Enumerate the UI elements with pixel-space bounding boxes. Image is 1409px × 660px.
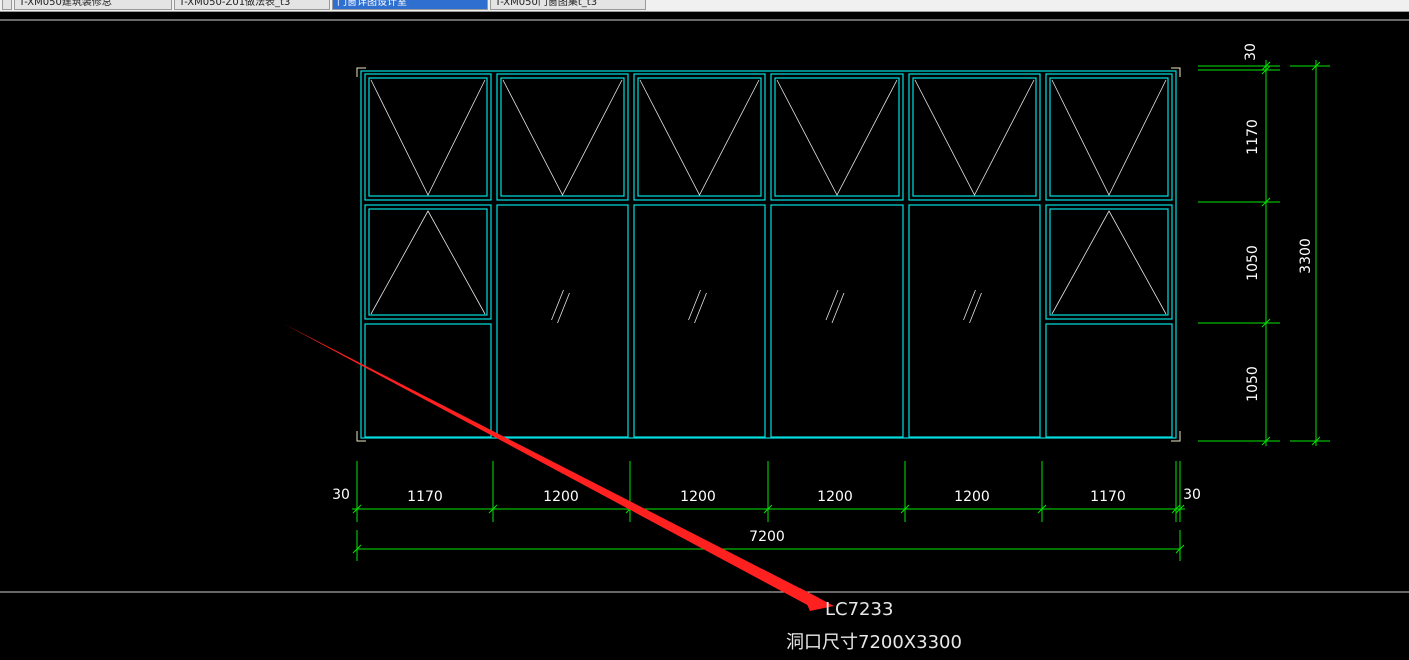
dim-width-seg-2: 1200 [543, 489, 579, 505]
glass-mark-b-1 [557, 292, 570, 324]
window-outer-frame [360, 70, 1177, 439]
side-vent-opening-symbol-2 [1051, 210, 1167, 315]
bottom-side-panel-2 [1045, 323, 1173, 438]
bottom-side-panel-1 [364, 323, 492, 438]
top-sash-inner-4 [774, 77, 900, 197]
dim-total-width: 7200 [749, 529, 785, 545]
dim-left-offset: 30 [332, 487, 350, 503]
glass-mark-a-2 [688, 289, 701, 321]
glass-mark-a-3 [825, 289, 839, 321]
top-opening-symbol-4 [776, 79, 898, 196]
top-sash-outer-3 [633, 73, 766, 201]
dim-width-seg-5: 1200 [954, 489, 990, 505]
dim-right-offset: 30 [1183, 487, 1201, 503]
top-sash-inner-2 [500, 77, 625, 197]
top-sash-inner-5 [912, 77, 1037, 197]
dim-total-height: 3300 [1298, 238, 1314, 274]
dim-height-seg-2: 1050 [1245, 245, 1261, 281]
dim-width-seg-1: 1170 [407, 489, 443, 505]
top-opening-symbol-1 [370, 79, 486, 196]
glass-mark-a-1 [551, 289, 564, 321]
top-sash-outer-5 [908, 73, 1041, 201]
cad-drawing-canvas[interactable]: 1170 1200 1200 1200 1200 1170 30 30 7200… [0, 0, 1409, 660]
fixed-glass-panel-3 [770, 204, 904, 438]
fixed-glass-panel-4 [908, 204, 1041, 438]
top-opening-symbol-3 [639, 79, 760, 196]
dim-width-seg-3: 1200 [680, 489, 716, 505]
side-vent-inner-1 [368, 208, 488, 316]
side-vent-outer-2 [1045, 204, 1173, 320]
fixed-glass-panel-1 [496, 204, 629, 438]
dim-width-seg-6: 1170 [1090, 489, 1126, 505]
side-vent-opening-symbol-1 [370, 210, 486, 315]
dim-top-offset: 30 [1243, 43, 1259, 61]
opening-size-label: 洞口尺寸7200X3300 [786, 632, 962, 653]
red-arrow-annotation [284, 324, 834, 611]
window-code-label: LC7233 [825, 599, 893, 620]
top-sash-inner-3 [637, 77, 762, 197]
side-vent-inner-2 [1049, 208, 1169, 316]
top-sash-outer-2 [496, 73, 629, 201]
fixed-glass-panel-2 [633, 204, 766, 438]
dim-height-seg-1: 1170 [1245, 119, 1261, 155]
side-vent-outer-1 [364, 204, 492, 320]
top-sash-outer-1 [364, 73, 492, 201]
glass-mark-b-2 [694, 292, 707, 324]
top-opening-symbol-2 [502, 79, 623, 196]
top-opening-symbol-5 [914, 79, 1035, 196]
top-sash-outer-6 [1045, 73, 1173, 201]
window-corner-marks [356, 67, 1181, 442]
top-opening-symbol-6 [1051, 79, 1167, 196]
glass-mark-b-4 [969, 292, 982, 324]
glass-mark-b-3 [831, 292, 845, 324]
top-sash-inner-6 [1049, 77, 1169, 197]
window-elevation [360, 70, 1177, 439]
top-sash-inner-1 [368, 77, 488, 197]
glass-mark-a-4 [963, 289, 976, 321]
top-sash-outer-4 [770, 73, 904, 201]
dim-height-seg-3: 1050 [1245, 366, 1261, 402]
dim-width-seg-4: 1200 [817, 489, 853, 505]
